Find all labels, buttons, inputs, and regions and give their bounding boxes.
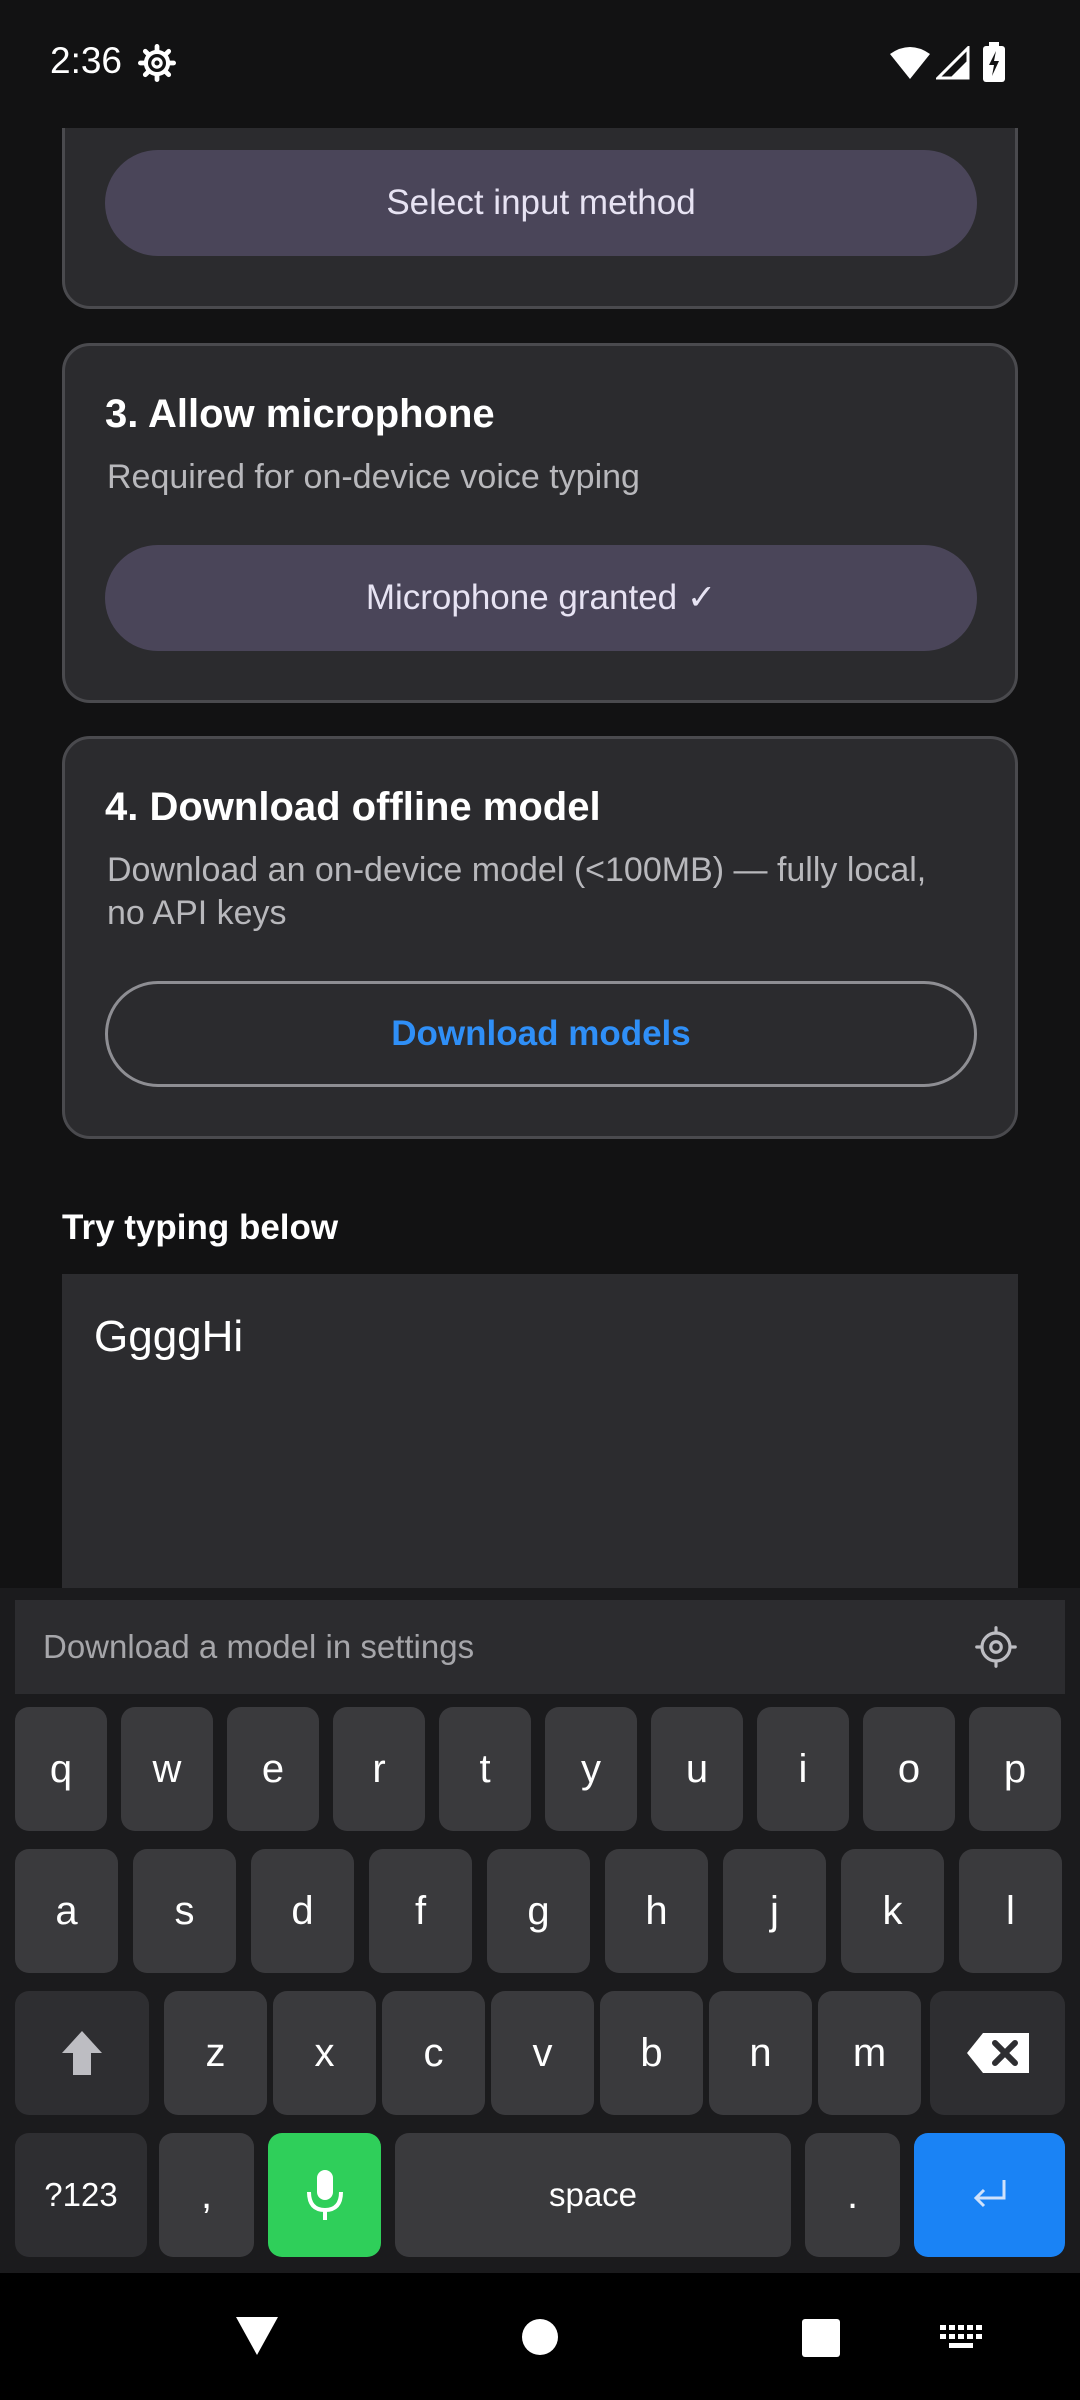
key-k[interactable]: k xyxy=(841,1849,944,1973)
backspace-icon xyxy=(966,2033,1029,2073)
enter-icon xyxy=(973,2180,1005,2208)
status-time: 2:36 xyxy=(50,40,123,81)
key-a[interactable]: a xyxy=(15,1849,118,1973)
microphone-granted-button[interactable]: Microphone granted ✓ xyxy=(105,545,977,651)
mic-key[interactable] xyxy=(268,2133,381,2257)
shift-icon xyxy=(62,2031,102,2075)
key-g[interactable]: g xyxy=(487,1849,590,1973)
suggestion-bar: Download a model in settings xyxy=(15,1600,1065,1694)
wifi-icon xyxy=(890,47,930,79)
key-j[interactable]: j xyxy=(723,1849,826,1973)
microphone-title: 3. Allow microphone xyxy=(105,392,495,436)
key-x[interactable]: x xyxy=(273,1991,376,2115)
card-download-model: 4. Download offline model Download an on… xyxy=(62,736,1018,1139)
key-z[interactable]: z xyxy=(164,1991,267,2115)
download-model-title: 4. Download offline model xyxy=(105,785,601,829)
setup-content[interactable]: Select input method 3. Allow microphone … xyxy=(0,128,1080,1588)
download-model-description: Download an on-device model (<100MB) — f… xyxy=(107,851,927,932)
keyboard-switch-icon[interactable] xyxy=(940,2325,984,2351)
download-models-button[interactable]: Download models xyxy=(105,981,977,1087)
key-r[interactable]: r xyxy=(333,1707,425,1831)
period-key[interactable]: . xyxy=(805,2133,900,2257)
card-input-method: Select input method xyxy=(62,128,1018,309)
test-text-value: GgggHi xyxy=(94,1312,244,1361)
try-typing-label: Try typing below xyxy=(62,1208,339,1247)
key-m[interactable]: m xyxy=(818,1991,921,2115)
shift-key[interactable] xyxy=(15,1991,149,2115)
keyboard: Download a model in settings q w e r t y… xyxy=(0,1588,1080,2273)
comma-key[interactable]: , xyxy=(159,2133,254,2257)
key-y[interactable]: y xyxy=(545,1707,637,1831)
key-f[interactable]: f xyxy=(369,1849,472,1973)
key-s[interactable]: s xyxy=(133,1849,236,1973)
key-h[interactable]: h xyxy=(605,1849,708,1973)
key-o[interactable]: o xyxy=(863,1707,955,1831)
battery-charging-icon xyxy=(983,42,1005,82)
key-b[interactable]: b xyxy=(600,1991,703,2115)
enter-key[interactable] xyxy=(914,2133,1065,2257)
gear-icon xyxy=(138,44,176,82)
key-v[interactable]: v xyxy=(491,1991,594,2115)
recents-icon[interactable] xyxy=(802,2319,840,2357)
space-key[interactable]: space xyxy=(395,2133,791,2257)
key-q[interactable]: q xyxy=(15,1707,107,1831)
key-w[interactable]: w xyxy=(121,1707,213,1831)
key-u[interactable]: u xyxy=(651,1707,743,1831)
signal-icon xyxy=(936,46,970,80)
backspace-key[interactable] xyxy=(930,1991,1065,2115)
status-bar: 2:36 xyxy=(0,0,1080,128)
select-input-method-button[interactable]: Select input method xyxy=(105,150,977,256)
key-l[interactable]: l xyxy=(959,1849,1062,1973)
test-text-field[interactable]: GgggHi xyxy=(62,1274,1018,1588)
key-e[interactable]: e xyxy=(227,1707,319,1831)
key-n[interactable]: n xyxy=(709,1991,812,2115)
key-t[interactable]: t xyxy=(439,1707,531,1831)
symbols-key[interactable]: ?123 xyxy=(15,2133,147,2257)
settings-icon[interactable] xyxy=(975,1626,1017,1668)
back-icon[interactable] xyxy=(234,2315,280,2357)
home-icon[interactable] xyxy=(522,2319,558,2355)
microphone-description: Required for on-device voice typing xyxy=(107,458,640,496)
suggestion-text: Download a model in settings xyxy=(43,1628,475,1665)
key-d[interactable]: d xyxy=(251,1849,354,1973)
key-c[interactable]: c xyxy=(382,1991,485,2115)
card-microphone: 3. Allow microphone Required for on-devi… xyxy=(62,343,1018,703)
key-i[interactable]: i xyxy=(757,1707,849,1831)
key-p[interactable]: p xyxy=(969,1707,1061,1831)
navigation-bar xyxy=(0,2273,1080,2400)
mic-icon xyxy=(306,2170,343,2220)
